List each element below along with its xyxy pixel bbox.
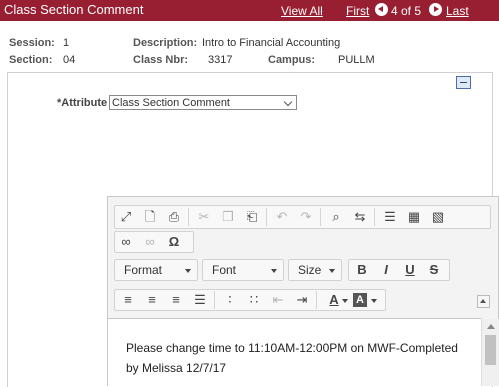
- section-header-bar: Class Section Comment View All First 4 o…: [0, 0, 499, 21]
- paste-icon[interactable]: ⎗: [243, 208, 261, 226]
- attribute-label: *Attribute: [57, 97, 108, 109]
- increase-indent-icon[interactable]: ⇥: [293, 291, 311, 309]
- underline-button[interactable]: U: [401, 261, 419, 279]
- dropdown-arrow-icon: [185, 269, 191, 273]
- section-label: Section:: [9, 54, 53, 66]
- toolbar-group-paragraph: ≡ ≡ ≡ ☰ ∶ ∷ ⇤ ⇥ A A: [114, 289, 386, 311]
- background-color-button[interactable]: A: [353, 293, 367, 307]
- horizontal-line-icon[interactable]: ☰: [381, 208, 399, 226]
- image-icon[interactable]: ▧: [429, 208, 447, 226]
- class-nbr-label: Class Nbr:: [133, 54, 189, 66]
- numbered-list-icon[interactable]: ∶: [221, 291, 239, 309]
- font-dropdown[interactable]: Font: [202, 259, 284, 281]
- collapse-icon[interactable]: [456, 76, 471, 89]
- comment-text[interactable]: Please change time to 11:10AM-12:00PM on…: [126, 338, 471, 378]
- toolbar-separator: [188, 208, 189, 226]
- attribute-select-value: Class Section Comment: [112, 97, 230, 109]
- size-dropdown[interactable]: Size: [288, 259, 342, 281]
- toolbar-separator: [214, 291, 215, 309]
- attribute-select[interactable]: Class Section Comment: [109, 95, 297, 110]
- scroll-up-icon[interactable]: [487, 324, 495, 329]
- class-nbr-value: 3317: [208, 54, 233, 66]
- section-value: 04: [63, 54, 76, 66]
- dropdown-arrow-icon: [271, 269, 277, 273]
- bulleted-list-icon[interactable]: ∷: [245, 291, 263, 309]
- redo-icon[interactable]: ↷: [297, 208, 315, 226]
- section-title: Class Section Comment: [4, 2, 144, 17]
- collapse-toolbar-icon[interactable]: [477, 295, 490, 308]
- toolbar-separator: [320, 208, 321, 226]
- last-link[interactable]: Last: [446, 4, 469, 18]
- italic-button[interactable]: I: [377, 261, 395, 279]
- undo-icon[interactable]: ↶: [273, 208, 291, 226]
- view-all-link[interactable]: View All: [281, 4, 323, 18]
- session-value: 1: [63, 37, 70, 49]
- decrease-indent-icon[interactable]: ⇤: [269, 291, 287, 309]
- align-center-icon[interactable]: ≡: [143, 291, 161, 309]
- table-icon[interactable]: ▦: [405, 208, 423, 226]
- size-dropdown-label: Size: [298, 263, 322, 277]
- toolbar-separator: [266, 208, 267, 226]
- row-position: 4 of 5: [391, 4, 422, 18]
- toolbar-separator: [374, 208, 375, 226]
- toolbar-separator: [316, 291, 317, 309]
- text-color-button[interactable]: A: [325, 291, 343, 309]
- bold-button[interactable]: B: [353, 261, 371, 279]
- session-label: Session:: [9, 37, 55, 49]
- text-color-arrow-icon[interactable]: [342, 299, 348, 303]
- maximize-icon[interactable]: ⤢: [117, 208, 135, 226]
- previous-icon[interactable]: [375, 3, 388, 16]
- background-color-arrow-icon[interactable]: [371, 299, 377, 303]
- description-label: Description:: [133, 37, 198, 49]
- copy-icon[interactable]: ❐: [219, 208, 237, 226]
- align-right-icon[interactable]: ≡: [167, 291, 185, 309]
- preview-icon[interactable]: 🗋: [141, 208, 159, 226]
- scrollbar-thumb[interactable]: [485, 335, 496, 365]
- toolbar-group-links: ∞ ∞ Ω: [114, 231, 194, 253]
- format-dropdown-label: Format: [124, 263, 163, 277]
- description-value: Intro to Financial Accounting: [202, 37, 341, 49]
- toolbar-group-basic-styles: B I U S: [348, 259, 450, 281]
- editor-scrollbar[interactable]: [481, 319, 499, 386]
- replace-icon[interactable]: ⇆: [351, 208, 369, 226]
- strikethrough-button[interactable]: S: [425, 261, 443, 279]
- align-left-icon[interactable]: ≡: [119, 291, 137, 309]
- link-icon[interactable]: ∞: [117, 233, 135, 251]
- next-icon[interactable]: [429, 3, 442, 16]
- campus-value: PULLM: [338, 54, 375, 66]
- chevron-down-icon: [283, 97, 293, 107]
- special-character-icon[interactable]: Ω: [165, 233, 183, 251]
- editor-content-area[interactable]: Please change time to 11:10AM-12:00PM on…: [108, 318, 481, 387]
- first-link[interactable]: First: [346, 4, 369, 18]
- unlink-icon[interactable]: ∞: [141, 233, 159, 251]
- find-icon[interactable]: ⌕: [327, 208, 345, 226]
- toolbar-group-document: ⤢ 🗋 ⎙ ✂ ❐ ⎗ ↶ ↷ ⌕ ⇆ ☰ ▦ ▧: [114, 205, 491, 229]
- format-dropdown[interactable]: Format: [114, 259, 198, 281]
- justify-icon[interactable]: ☰: [191, 291, 209, 309]
- cut-icon[interactable]: ✂: [195, 208, 213, 226]
- dropdown-arrow-icon: [329, 269, 335, 273]
- print-icon[interactable]: ⎙: [165, 208, 183, 226]
- font-dropdown-label: Font: [212, 263, 237, 277]
- campus-label: Campus:: [268, 54, 316, 66]
